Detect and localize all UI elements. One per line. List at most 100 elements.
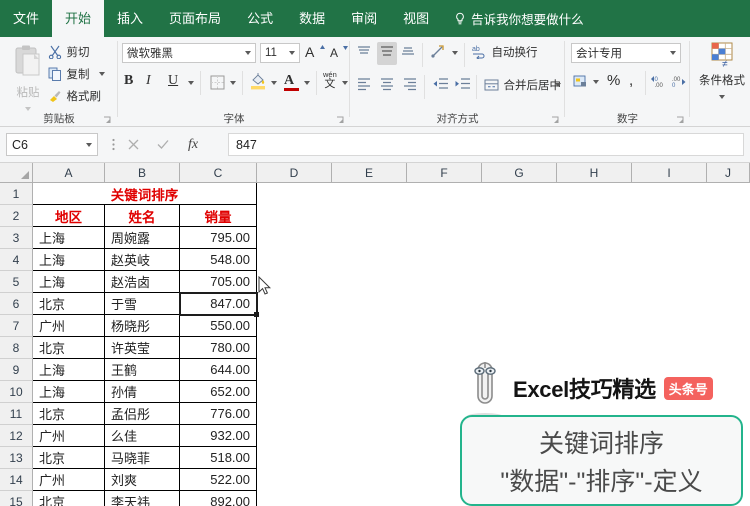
align-center-button[interactable] [379, 77, 395, 96]
col-header-c[interactable]: C [180, 163, 257, 183]
row-header-5[interactable]: 5 [0, 271, 33, 293]
tab-review[interactable]: 审阅 [338, 0, 390, 37]
paste-button[interactable]: 粘贴 [6, 41, 50, 111]
cell-a9[interactable]: 上海 [33, 359, 105, 381]
row-header-2[interactable]: 2 [0, 205, 33, 227]
align-left-button[interactable] [356, 77, 372, 96]
font-dialog-launcher[interactable] [336, 116, 345, 125]
cell-b5[interactable]: 赵浩卤 [105, 271, 180, 293]
cell-c11[interactable]: 776.00 [180, 403, 257, 425]
row-header-7[interactable]: 7 [0, 315, 33, 337]
align-bottom-button[interactable] [400, 45, 416, 64]
row-header-12[interactable]: 12 [0, 425, 33, 447]
row-header-6[interactable]: 6 [0, 293, 33, 315]
cell-b9[interactable]: 王鹤 [105, 359, 180, 381]
cell-c6[interactable]: 847.00 [180, 293, 257, 315]
cell-b3[interactable]: 周婉露 [105, 227, 180, 249]
grow-font-button[interactable]: A [305, 44, 326, 62]
row-header-8[interactable]: 8 [0, 337, 33, 359]
cell-c10[interactable]: 652.00 [180, 381, 257, 403]
cell-a10[interactable]: 上海 [33, 381, 105, 403]
col-header-h[interactable]: H [557, 163, 632, 183]
increase-indent-button[interactable] [454, 77, 471, 96]
row-header-13[interactable]: 13 [0, 447, 33, 469]
cell-b12[interactable]: 么佳 [105, 425, 180, 447]
tell-me-box[interactable]: 告诉我你想要做什么 [454, 9, 584, 28]
cell-c7[interactable]: 550.00 [180, 315, 257, 337]
cell-a7[interactable]: 广州 [33, 315, 105, 337]
conditional-formatting-chevron-down-icon[interactable] [719, 94, 725, 99]
fill-color-button[interactable] [250, 72, 266, 90]
copy-button[interactable]: 复制 [48, 65, 105, 83]
cell-c4[interactable]: 548.00 [180, 249, 257, 271]
cell-b6[interactable]: 于雪 [105, 293, 180, 315]
tab-page-layout[interactable]: 页面布局 [156, 0, 234, 37]
tab-home[interactable]: 开始 [52, 0, 105, 37]
font-color-button[interactable]: A [284, 71, 299, 92]
formula-input[interactable]: 847 [228, 133, 744, 156]
row-header-10[interactable]: 10 [0, 381, 33, 403]
cut-button[interactable]: 剪切 [48, 43, 89, 61]
name-box[interactable]: C6 [6, 133, 98, 156]
font-size-combo[interactable]: 11 [260, 43, 300, 63]
decrease-decimal-button[interactable]: .00 0 [671, 75, 687, 93]
align-right-button[interactable] [402, 77, 418, 96]
number-format-combo[interactable]: 会计专用 [571, 43, 681, 63]
cancel-edit-button[interactable] [118, 133, 148, 156]
cell-c2-header[interactable]: 销量 [180, 205, 257, 227]
font-size-chevron-down-icon[interactable] [289, 51, 295, 55]
alignment-dialog-launcher[interactable] [551, 116, 560, 125]
col-header-g[interactable]: G [482, 163, 557, 183]
col-header-f[interactable]: F [407, 163, 482, 183]
col-header-i[interactable]: I [632, 163, 707, 183]
bold-button[interactable]: B [124, 73, 133, 89]
col-header-b[interactable]: B [105, 163, 180, 183]
underline-button[interactable]: U [168, 73, 178, 89]
row-header-4[interactable]: 4 [0, 249, 33, 271]
cell-b10[interactable]: 孙倩 [105, 381, 180, 403]
orientation-button[interactable] [430, 44, 447, 64]
italic-button[interactable]: I [146, 73, 151, 89]
cell-a14[interactable]: 广州 [33, 469, 105, 491]
tab-file[interactable]: 文件 [0, 0, 52, 37]
cell-a3[interactable]: 上海 [33, 227, 105, 249]
fill-color-chevron-down-icon[interactable] [271, 81, 277, 85]
cell-c8[interactable]: 780.00 [180, 337, 257, 359]
borders-button[interactable] [210, 74, 225, 92]
clipboard-dialog-launcher[interactable] [103, 116, 112, 125]
cell-a12[interactable]: 广州 [33, 425, 105, 447]
row-header-14[interactable]: 14 [0, 469, 33, 491]
cell-c12[interactable]: 932.00 [180, 425, 257, 447]
cell-a1-title[interactable]: 关键词排序 [33, 183, 257, 205]
cell-a13[interactable]: 北京 [33, 447, 105, 469]
phonetic-chevron-down-icon[interactable] [342, 81, 348, 85]
comma-style-button[interactable]: , [629, 72, 633, 89]
cell-a15[interactable]: 北京 [33, 491, 105, 506]
format-painter-button[interactable]: 格式刷 [48, 87, 101, 105]
phonetic-guide-button[interactable]: wén 文 [323, 71, 337, 90]
tab-view[interactable]: 视图 [390, 0, 442, 37]
cell-a11[interactable]: 北京 [33, 403, 105, 425]
font-name-combo[interactable]: 微软雅黑 [122, 43, 256, 63]
increase-decimal-button[interactable]: 0 .00 [651, 75, 667, 93]
cell-a2-header[interactable]: 地区 [33, 205, 105, 227]
tab-insert[interactable]: 插入 [104, 0, 156, 37]
percent-style-button[interactable]: % [607, 72, 620, 89]
font-color-chevron-down-icon[interactable] [304, 81, 310, 85]
insert-function-button[interactable]: fx [178, 133, 208, 156]
copy-chevron-down-icon[interactable] [98, 71, 105, 76]
name-box-chevron-down-icon[interactable] [86, 142, 92, 147]
wrap-text-button[interactable]: ab 自动换行 [472, 43, 537, 61]
cell-a8[interactable]: 北京 [33, 337, 105, 359]
cell-b15[interactable]: 李天祎 [105, 491, 180, 506]
font-name-chevron-down-icon[interactable] [245, 51, 251, 55]
currency-button[interactable] [573, 73, 588, 91]
conditional-formatting-button[interactable]: ≠ 条件格式 [698, 42, 746, 106]
cell-c15[interactable]: 892.00 [180, 491, 257, 506]
cell-b8[interactable]: 许英莹 [105, 337, 180, 359]
shrink-font-button[interactable]: A [330, 44, 349, 62]
select-all-corner[interactable] [0, 163, 33, 183]
number-format-chevron-down-icon[interactable] [670, 51, 676, 55]
cell-b11[interactable]: 孟侣彤 [105, 403, 180, 425]
tab-data[interactable]: 数据 [286, 0, 338, 37]
